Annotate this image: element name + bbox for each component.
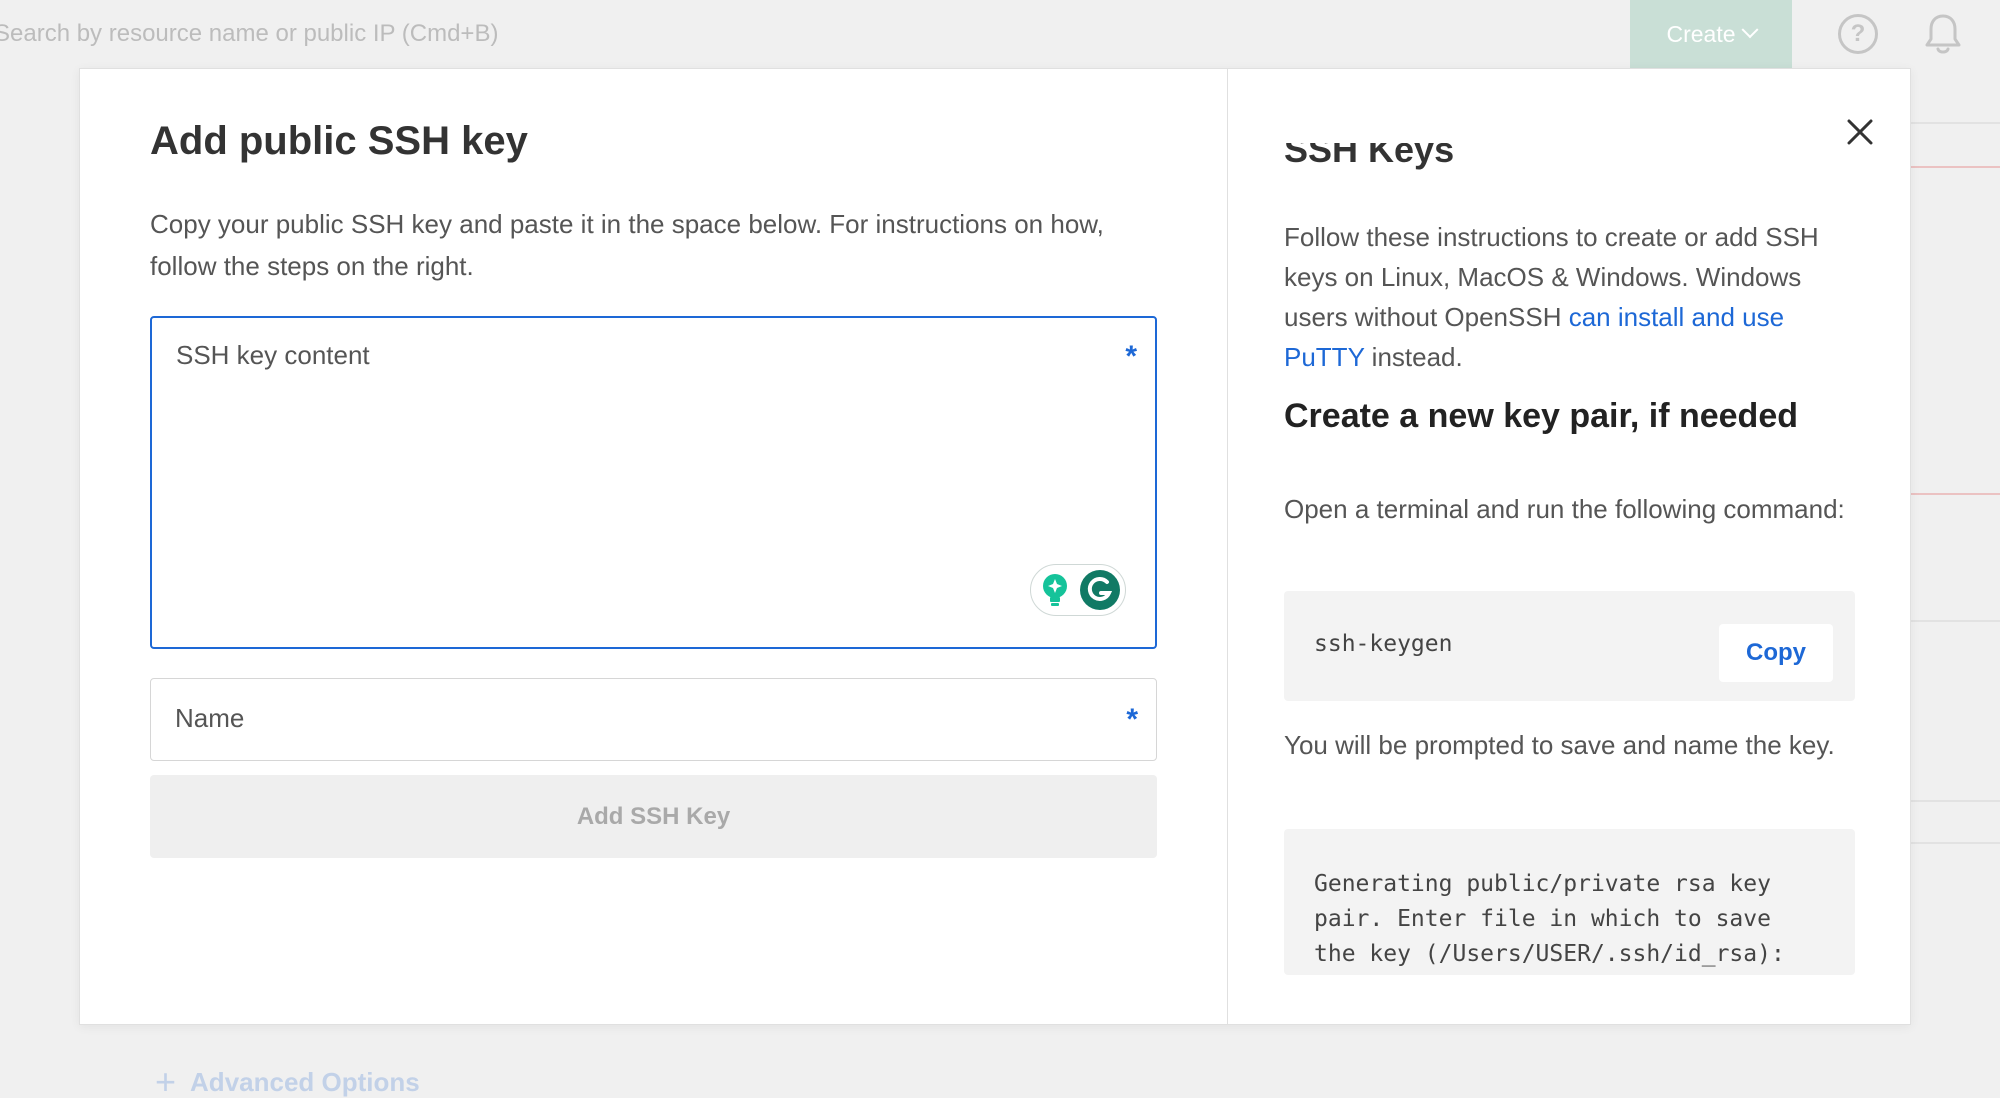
bell-icon[interactable] <box>1922 12 1964 56</box>
create-key-pair-heading: Create a new key pair, if needed <box>1284 397 1799 435</box>
grammarly-widget[interactable] <box>1030 564 1126 616</box>
output-text: Generating public/private rsa key pair. … <box>1314 871 1785 967</box>
help-heading: SSH Keys <box>1284 143 1455 170</box>
create-button-label: Create <box>1666 20 1736 47</box>
add-ssh-key-button[interactable]: Add SSH Key <box>150 775 1157 858</box>
help-instructions: Follow these instructions to create or a… <box>1284 222 1819 372</box>
advanced-options-label: Advanced Options <box>190 1066 420 1097</box>
copy-button[interactable]: Copy <box>1719 624 1833 682</box>
top-bar: Search by resource name or public IP (Cm… <box>0 0 2000 68</box>
close-icon <box>1847 119 1873 145</box>
command-text: ssh-keygen <box>1314 631 1453 657</box>
intro-text: Copy your public SSH key and paste it in… <box>150 209 1104 281</box>
ssh-key-content-textarea[interactable]: SSH key content * <box>150 316 1157 649</box>
form-pane: Add public SSH key Copy your public SSH … <box>80 69 1227 1024</box>
modal-title: Add public SSH key <box>150 119 528 163</box>
grammarly-icon <box>1080 570 1120 610</box>
advanced-options-toggle[interactable]: + Advanced Options <box>155 1064 420 1098</box>
close-button[interactable] <box>1835 107 1885 157</box>
command-code-block: ssh-keygen Copy <box>1284 591 1855 701</box>
help-icon[interactable]: ? <box>1838 14 1878 54</box>
step-2-text: You will be prompted to save and name th… <box>1284 730 1835 760</box>
step-1-text: Open a terminal and run the following co… <box>1284 494 1845 524</box>
add-ssh-key-modal: Add public SSH key Copy your public SSH … <box>79 68 1911 1025</box>
help-pane[interactable]: SSH Keys Follow these instructions to cr… <box>1228 69 1910 1024</box>
ssh-key-content-label: SSH key content <box>176 340 370 370</box>
search-input[interactable]: Search by resource name or public IP (Cm… <box>0 20 498 48</box>
create-button[interactable]: Create <box>1630 0 1792 68</box>
chevron-down-icon <box>1741 21 1759 39</box>
plus-icon: + <box>155 1061 177 1098</box>
required-indicator: * <box>1126 703 1138 736</box>
output-code-block: Generating public/private rsa key pair. … <box>1284 829 1855 975</box>
name-label: Name <box>175 703 245 733</box>
lightbulb-icon <box>1043 574 1067 606</box>
name-input[interactable]: Name * <box>150 678 1157 761</box>
required-indicator: * <box>1125 340 1137 373</box>
